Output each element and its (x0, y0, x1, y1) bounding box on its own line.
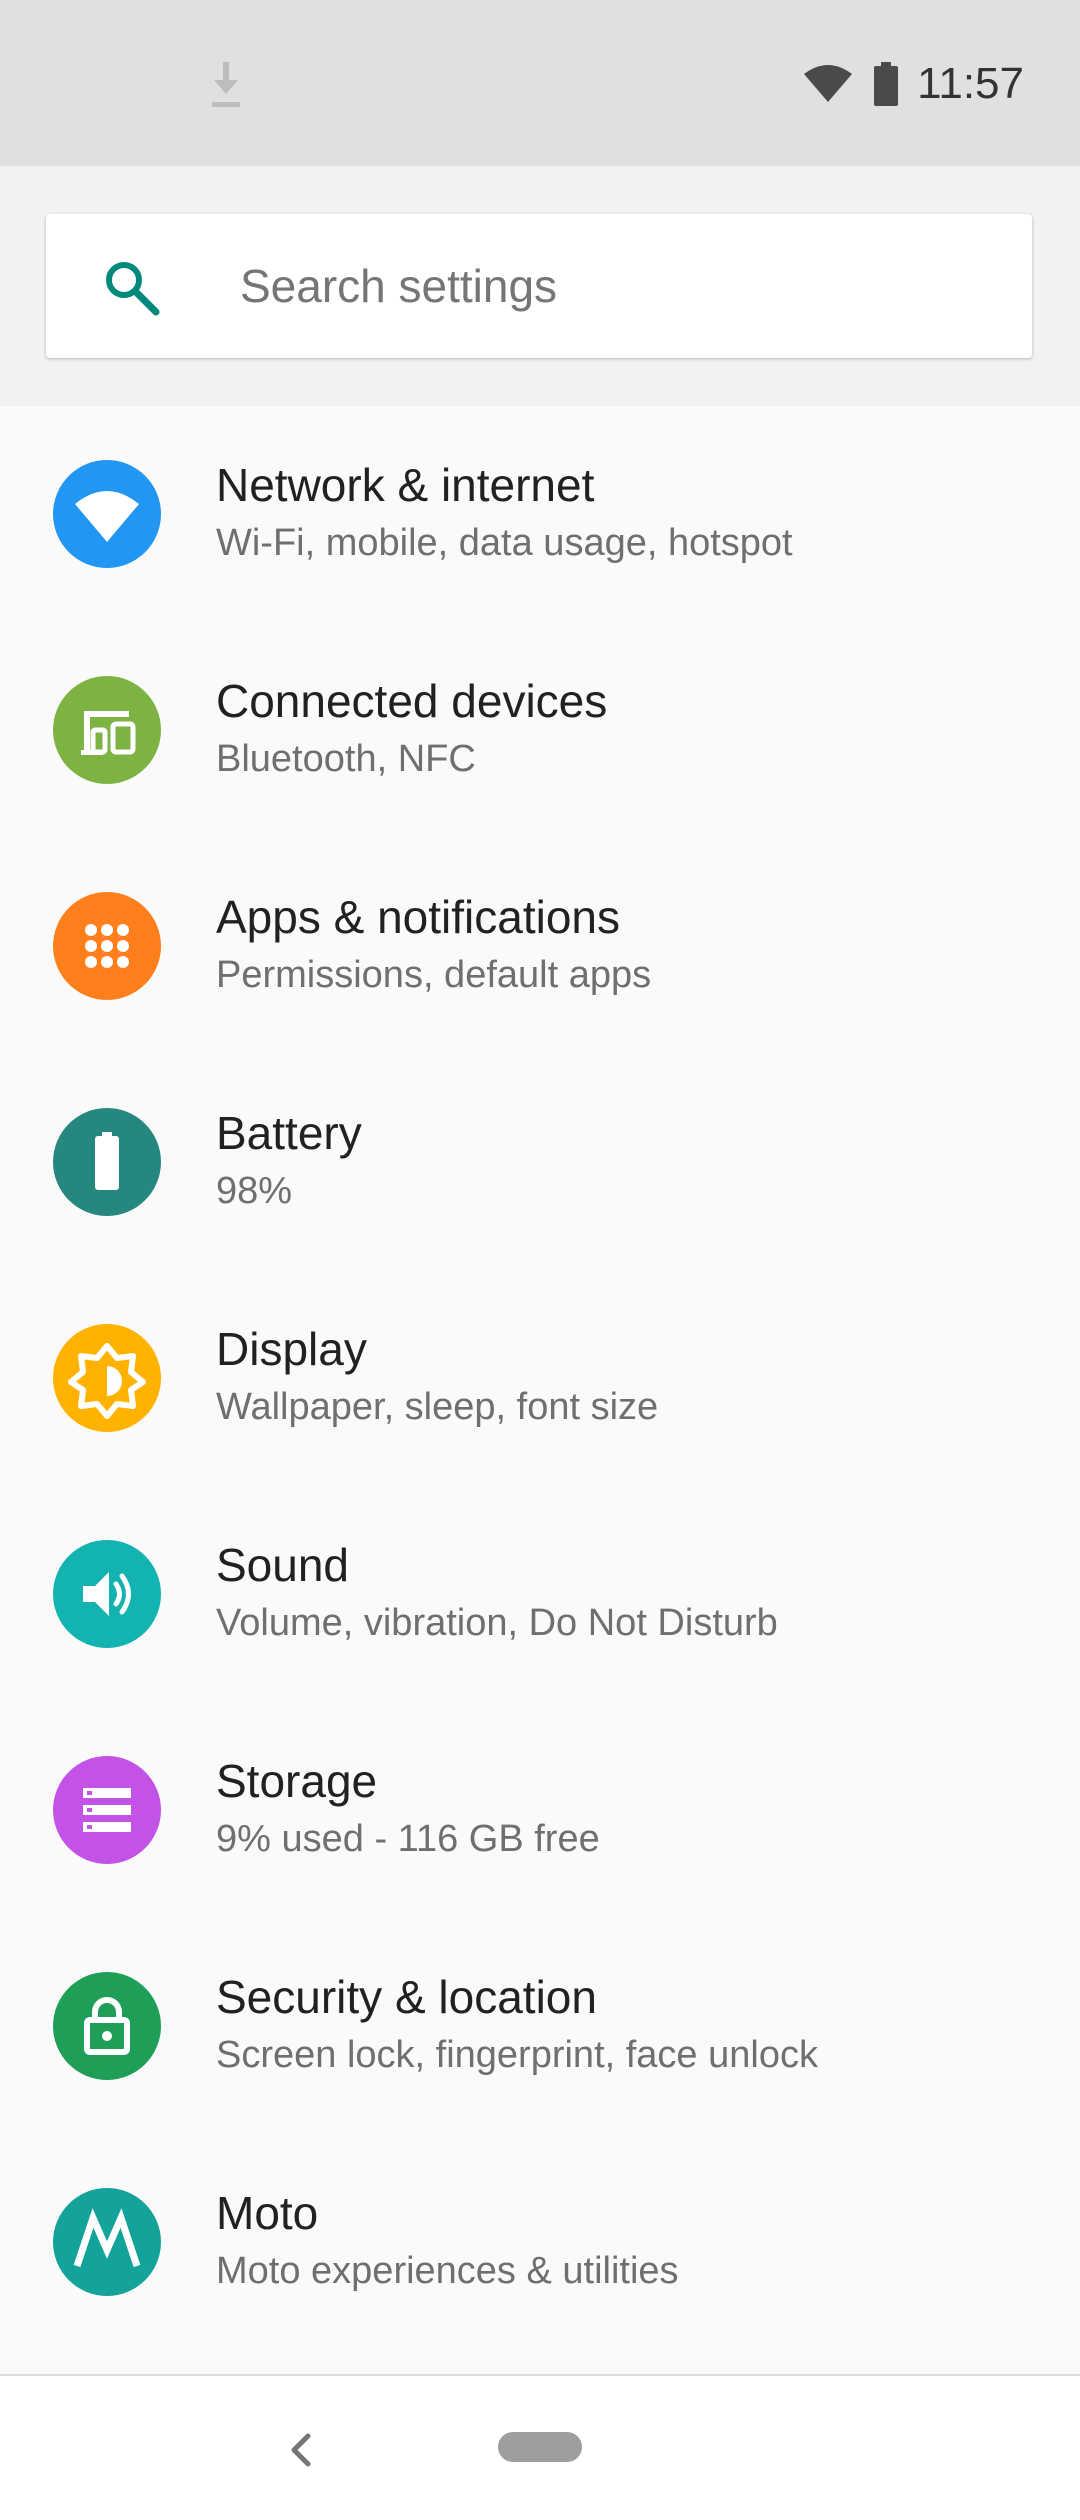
status-bar: 11:57 (0, 0, 1080, 166)
status-icons: 11:57 (803, 56, 1024, 112)
settings-item-apps-notifications[interactable]: Apps & notifications Permissions, defaul… (0, 838, 1080, 1054)
wifi-icon (53, 460, 161, 568)
settings-item-title: Sound (216, 1539, 350, 1591)
settings-item-battery[interactable]: Battery 98% (0, 1054, 1080, 1270)
search-icon (106, 262, 160, 316)
settings-item-title: Storage (216, 1755, 378, 1807)
settings-item-title: Connected devices (216, 675, 608, 727)
settings-item-title: Moto (216, 2187, 319, 2239)
settings-item-subtitle: 9% used - 116 GB free (216, 1818, 600, 1860)
apps-icon (53, 892, 161, 1000)
settings-item-sound[interactable]: Sound Volume, vibration, Do Not Disturb (0, 1486, 1080, 1702)
settings-item-subtitle: Permissions, default apps (216, 954, 652, 996)
back-icon[interactable] (284, 2430, 318, 2470)
settings-item-subtitle: Screen lock, fingerprint, face unlock (216, 2034, 818, 2076)
settings-item-storage[interactable]: Storage 9% used - 116 GB free (0, 1702, 1080, 1918)
settings-item-network[interactable]: Network & internet Wi-Fi, mobile, data u… (0, 406, 1080, 622)
settings-item-title: Display (216, 1323, 367, 1375)
settings-item-subtitle: Bluetooth, NFC (216, 738, 476, 780)
settings-item-security-location[interactable]: Security & location Screen lock, fingerp… (0, 1918, 1080, 2134)
wifi-icon (804, 65, 853, 102)
home-pill-icon[interactable] (498, 2432, 582, 2462)
search-area (0, 166, 1080, 406)
settings-item-display[interactable]: Display Wallpaper, sleep, font size (0, 1270, 1080, 1486)
brightness-icon (53, 1324, 161, 1432)
lock-icon (53, 1972, 161, 2080)
volume-icon (53, 1540, 161, 1648)
settings-item-moto[interactable]: Moto Moto experiences & utilities (0, 2134, 1080, 2350)
settings-item-connected-devices[interactable]: Connected devices Bluetooth, NFC (0, 622, 1080, 838)
settings-item-title: Apps & notifications (216, 891, 621, 943)
settings-item-title: Security & location (216, 1971, 597, 2023)
settings-item-subtitle: Wi-Fi, mobile, data usage, hotspot (216, 522, 793, 564)
settings-item-subtitle: Moto experiences & utilities (216, 2250, 679, 2292)
settings-item-title: Network & internet (216, 459, 595, 511)
storage-icon (53, 1756, 161, 1864)
battery-icon (53, 1108, 161, 1216)
settings-item-title: Battery (216, 1107, 362, 1159)
settings-item-subtitle: Volume, vibration, Do Not Disturb (216, 1602, 778, 1644)
search-box[interactable] (46, 214, 1032, 358)
settings-item-subtitle: Wallpaper, sleep, font size (216, 1386, 659, 1428)
settings-item-subtitle: 98% (216, 1170, 293, 1212)
settings-list: Network & internet Wi-Fi, mobile, data u… (0, 406, 1080, 2350)
status-time: 11:57 (917, 59, 1024, 108)
moto-icon (53, 2188, 161, 2296)
download-icon (212, 62, 240, 107)
navigation-bar (0, 2374, 1080, 2520)
devices-icon (53, 676, 161, 784)
search-input[interactable] (240, 214, 1000, 358)
battery-icon (874, 62, 899, 106)
